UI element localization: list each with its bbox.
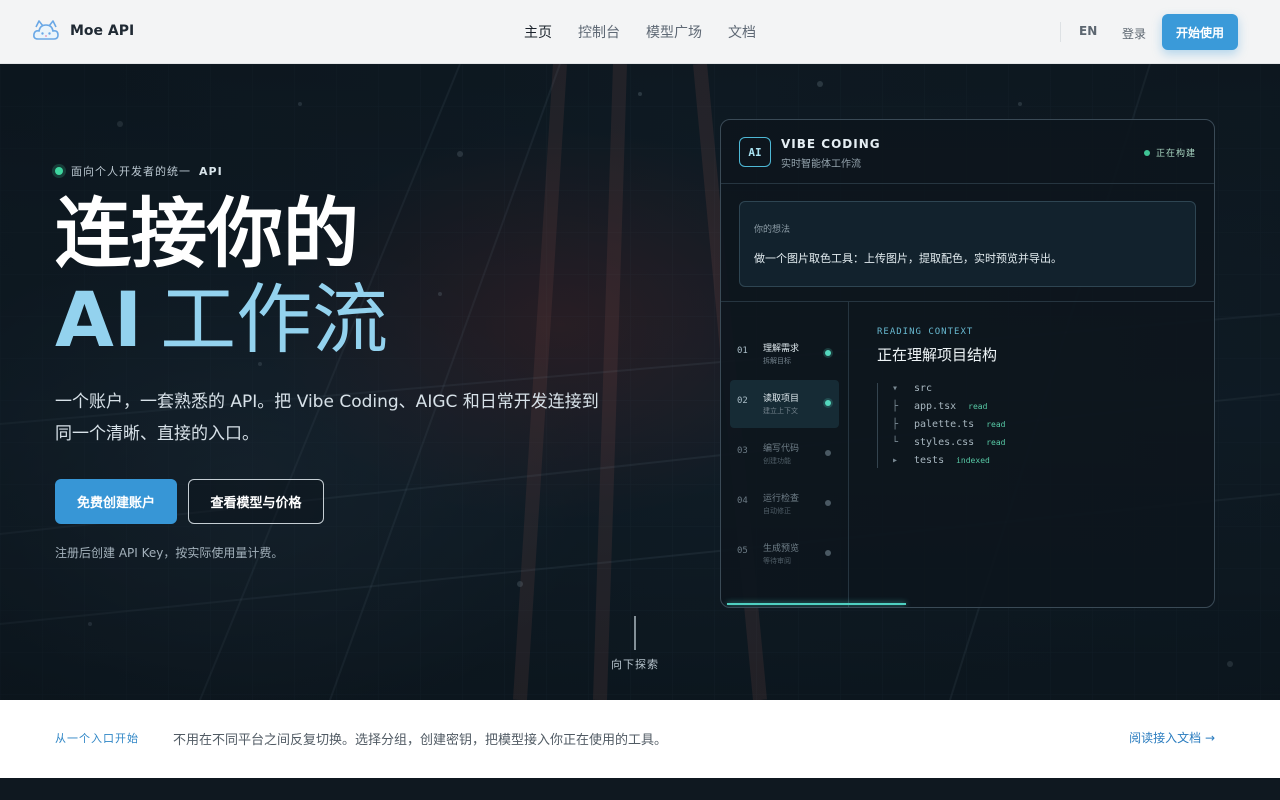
file-tag: read	[986, 438, 1006, 447]
file-name: app.tsx	[914, 401, 957, 412]
nav-link-docs[interactable]: 文档	[728, 22, 756, 42]
step-title: 理解需求	[763, 344, 800, 354]
step-number: 03	[737, 446, 748, 456]
next-section-edge	[0, 778, 1280, 800]
idea-label: 你的想法	[754, 225, 791, 235]
tree-corner-icon: └	[892, 437, 899, 448]
step-number: 01	[737, 346, 748, 356]
file-tag: indexed	[956, 456, 990, 465]
idea-card: 你的想法 做一个图片取色工具：上传图片，提取配色，实时预览并导出。	[739, 201, 1196, 287]
hero-eyebrow: 面向个人开发者的统一 API	[55, 163, 223, 179]
file-name: src	[914, 383, 933, 394]
step-title: 编写代码	[763, 444, 800, 454]
context-label: READING CONTEXT	[877, 327, 974, 337]
step-item[interactable]: 01 理解需求 拆解目标	[730, 330, 839, 378]
file-tree-row[interactable]: ▾ src	[892, 383, 932, 394]
step-item[interactable]: 05 生成预览 等待审阅	[730, 530, 839, 578]
eyebrow-emphasis: API	[199, 164, 223, 178]
brand-name: Moe API	[70, 23, 135, 39]
file-tree-row[interactable]: ├ palette.ts read	[892, 419, 1005, 430]
hero: 面向个人开发者的统一 API 连接你的 AI 工作流 一个账户，一套熟悉的 API…	[0, 64, 1280, 700]
step-desc: 自动修正	[763, 507, 791, 515]
step-item[interactable]: 03 编写代码 创建功能	[730, 430, 839, 478]
status-dot-icon	[1143, 149, 1150, 156]
step-title: 读取项目	[763, 394, 800, 404]
build-status-label: 正在构建	[1155, 149, 1196, 159]
step-status-dot-icon	[825, 500, 831, 506]
language-toggle[interactable]: EN	[1079, 24, 1097, 38]
vibe-coding-panel: AI VIBE CODING 实时智能体工作流 正在构建 你的想法 做一个图片取…	[720, 119, 1215, 608]
brand[interactable]: Moe API	[32, 19, 134, 43]
hero-title-ai: AI	[55, 275, 143, 364]
band-text: 不用在不同平台之间反复切换。选择分组，创建密钥，把模型接入你正在使用的工具。	[173, 733, 668, 748]
login-link[interactable]: 登录	[1122, 25, 1146, 42]
scroll-down-label[interactable]: 向下探索	[0, 656, 1270, 672]
file-tag: read	[968, 402, 988, 411]
hero-title-workflow: 工作流	[160, 275, 389, 364]
step-desc: 建立上下文	[763, 407, 798, 415]
panel-header: AI VIBE CODING 实时智能体工作流 正在构建	[721, 120, 1214, 184]
step-title: 运行检查	[763, 494, 800, 504]
idea-text: 做一个图片取色工具：上传图片，提取配色，实时预览并导出。	[754, 252, 1062, 265]
build-status: 正在构建	[1143, 146, 1196, 159]
hero-lead: 一个账户，一套熟悉的 API。把 Vibe Coding、AIGC 和日常开发连…	[55, 386, 655, 450]
workflow-steps: 01 理解需求 拆解目标 02 读取项目 建立上下文 03 编写代码 创建功能 …	[721, 302, 849, 607]
file-tree-row[interactable]: ├ app.tsx read	[892, 401, 987, 412]
step-status-dot-icon	[825, 400, 831, 406]
step-desc: 拆解目标	[763, 357, 791, 365]
hero-title-line2: AI 工作流	[55, 272, 388, 368]
ai-badge-icon: AI	[739, 137, 771, 167]
file-tree: ▾ src ├ app.tsx read ├ palette.ts read └ style…	[877, 383, 1127, 468]
step-status-dot-icon	[825, 450, 831, 456]
context-title: 正在理解项目结构	[877, 346, 998, 364]
top-nav: Moe API 主页 控制台 模型广场 文档 EN 登录 开始使用	[0, 0, 1280, 64]
intro-band: 从一个入口开始 不用在不同平台之间反复切换。选择分组，创建密钥，把模型接入你正在…	[0, 700, 1280, 778]
tree-branch-icon: ├	[892, 419, 899, 430]
eyebrow-text: 面向个人开发者的统一	[71, 165, 191, 178]
nav-link-home[interactable]: 主页	[524, 22, 552, 42]
get-started-button[interactable]: 开始使用	[1162, 14, 1238, 50]
file-name: tests	[914, 455, 945, 466]
read-docs-link[interactable]: 阅读接入文档 →	[1129, 729, 1215, 746]
scroll-indicator-icon	[634, 616, 636, 650]
file-name: palette.ts	[914, 419, 975, 430]
step-title: 生成预览	[763, 544, 800, 554]
step-number: 05	[737, 546, 748, 556]
file-name: styles.css	[914, 437, 975, 448]
step-desc: 等待审阅	[763, 557, 791, 565]
step-number: 02	[737, 396, 748, 406]
hero-note: 注册后创建 API Key，按实际使用量计费。	[55, 546, 284, 560]
create-account-button[interactable]: 免费创建账户	[55, 479, 177, 524]
folder-closed-icon: ▸	[892, 455, 899, 466]
file-tree-row[interactable]: └ styles.css read	[892, 437, 1005, 448]
panel-subtitle: 实时智能体工作流	[781, 159, 861, 170]
step-desc: 创建功能	[763, 457, 791, 465]
hero-lead-line2: 同一个清晰、直接的入口。	[55, 424, 259, 444]
file-tag: read	[986, 420, 1006, 429]
view-models-pricing-button[interactable]: 查看模型与价格	[188, 479, 324, 524]
nav-link-models[interactable]: 模型广场	[646, 22, 702, 42]
workflow-progress-bar	[727, 603, 906, 605]
step-number: 04	[737, 496, 748, 506]
nav-links: 主页 控制台 模型广场 文档	[524, 22, 756, 42]
step-item[interactable]: 04 运行检查 自动修正	[730, 480, 839, 528]
nav-divider	[1060, 22, 1061, 42]
status-dot-icon	[55, 167, 63, 175]
tree-branch-icon: ├	[892, 401, 899, 412]
hero-lead-line1: 一个账户，一套熟悉的 API。把 Vibe Coding、AIGC 和日常开发连…	[55, 392, 599, 412]
step-status-dot-icon	[825, 550, 831, 556]
step-item[interactable]: 02 读取项目 建立上下文	[730, 380, 839, 428]
folder-open-icon: ▾	[892, 383, 899, 394]
hero-title-line1: 连接你的	[55, 189, 359, 278]
cloud-cat-logo-icon	[33, 20, 59, 40]
panel-title: VIBE CODING	[781, 137, 881, 151]
nav-link-console[interactable]: 控制台	[578, 22, 620, 42]
file-tree-row[interactable]: ▸ tests indexed	[892, 455, 990, 466]
band-kicker: 从一个入口开始	[55, 732, 139, 745]
step-status-dot-icon	[825, 350, 831, 356]
